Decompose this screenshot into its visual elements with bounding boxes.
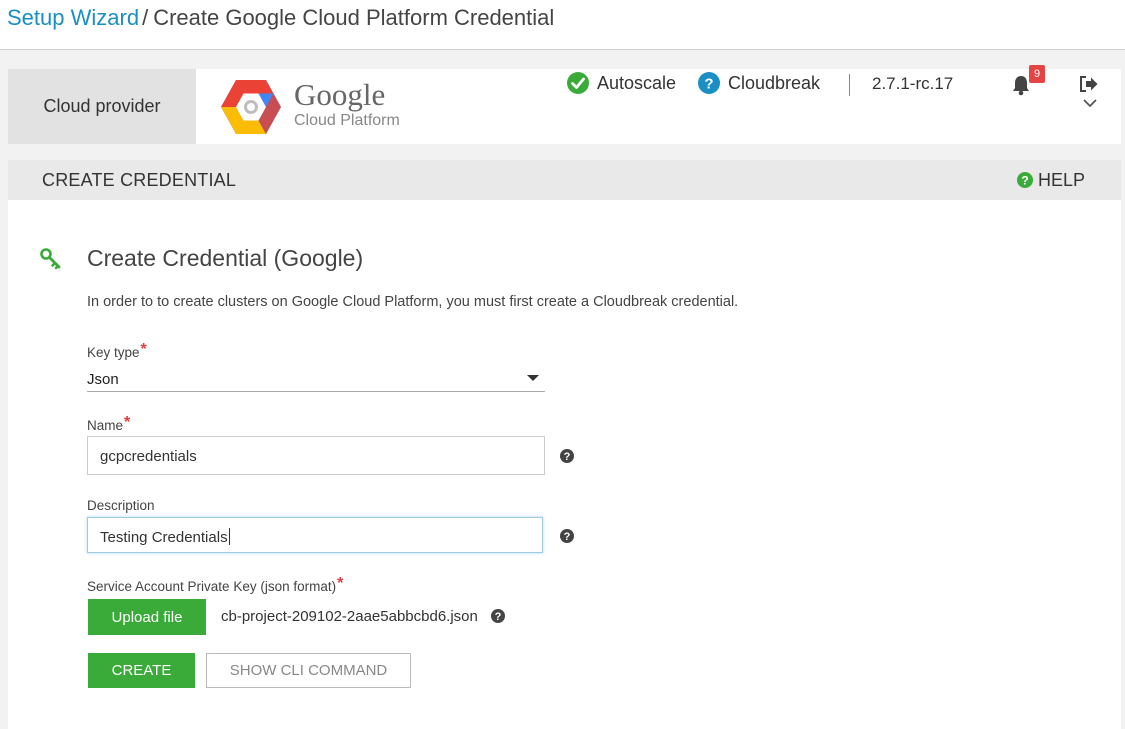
question-circle-icon: ? [698, 72, 720, 94]
svg-text:?: ? [495, 611, 502, 623]
key-type-label: Key type* [87, 341, 147, 362]
key-type-value: Json [87, 371, 119, 388]
notification-badge: 9 [1029, 65, 1045, 83]
description-input[interactable]: Testing Credentials [87, 517, 543, 553]
panel-title: CREATE CREDENTIAL [42, 169, 237, 190]
logout-icon[interactable] [1079, 75, 1099, 93]
caret-down-icon [527, 375, 539, 381]
help-circle-icon: ? [1016, 172, 1033, 188]
header-separator [849, 74, 850, 96]
required-marker: * [124, 414, 131, 431]
help-link[interactable]: ? HELP [1016, 169, 1085, 191]
required-marker: * [140, 341, 147, 358]
gcp-logo [221, 80, 281, 134]
gcp-logo-title: Google [294, 77, 386, 112]
name-help-icon[interactable]: ? [560, 449, 574, 463]
panel-header: CREATE CREDENTIAL ? HELP [8, 160, 1121, 200]
name-input-value: gcpcredentials [100, 448, 197, 465]
svg-text:?: ? [564, 451, 571, 463]
cloud-provider-label: Cloud provider [8, 69, 196, 144]
name-label-text: Name [87, 418, 124, 433]
version-label: 2.7.1-rc.17 [872, 74, 954, 93]
key-type-label-text: Key type [87, 345, 140, 360]
provider-bar: Cloud provider Google Cloud Platform Aut… [8, 65, 1121, 144]
private-key-help-icon[interactable]: ? [491, 609, 505, 623]
create-button[interactable]: CREATE [88, 653, 195, 688]
gcp-logo-text: Google Cloud Platform [294, 79, 400, 130]
gcp-logo-subtitle: Cloud Platform [294, 112, 400, 129]
svg-text:?: ? [704, 76, 713, 93]
upload-file-button[interactable]: Upload file [88, 599, 206, 635]
description-label: Description [87, 498, 155, 513]
name-input[interactable]: gcpcredentials [87, 436, 545, 475]
chevron-down-icon[interactable] [1082, 97, 1098, 109]
breadcrumb-setup-wizard-link[interactable]: Setup Wizard [7, 5, 139, 30]
show-cli-command-button[interactable]: SHOW CLI COMMAND [206, 653, 411, 688]
check-circle-icon [567, 72, 589, 94]
autoscale-label: Autoscale [597, 72, 677, 93]
private-key-label: Service Account Private Key (json format… [87, 575, 344, 596]
text-cursor [228, 528, 230, 545]
description-help-icon[interactable]: ? [560, 529, 574, 543]
description-input-value: Testing Credentials [100, 529, 228, 546]
cloudbreak-status[interactable]: ? Cloudbreak [698, 72, 820, 94]
private-key-label-text: Service Account Private Key (json format… [87, 579, 337, 594]
svg-text:?: ? [1021, 174, 1028, 188]
uploaded-file-name: cb-project-209102-2aae5abbcbd6.json [221, 608, 478, 625]
help-label: HELP [1037, 169, 1085, 190]
svg-text:?: ? [564, 531, 571, 543]
required-marker: * [337, 575, 344, 592]
breadcrumb-separator: / [142, 5, 149, 30]
key-type-select[interactable]: Json [87, 367, 545, 392]
key-icon [40, 248, 61, 270]
page-title: Create Google Cloud Platform Credential [153, 5, 555, 30]
name-label: Name* [87, 414, 131, 435]
cloudbreak-label: Cloudbreak [728, 72, 821, 93]
autoscale-status[interactable]: Autoscale [567, 72, 676, 94]
form-intro: In order to to create clusters on Google… [87, 294, 739, 310]
form-title: Create Credential (Google) [87, 245, 364, 271]
description-label-text: Description [87, 498, 155, 513]
breadcrumb: Setup Wizard / Create Google Cloud Platfor… [7, 5, 554, 31]
